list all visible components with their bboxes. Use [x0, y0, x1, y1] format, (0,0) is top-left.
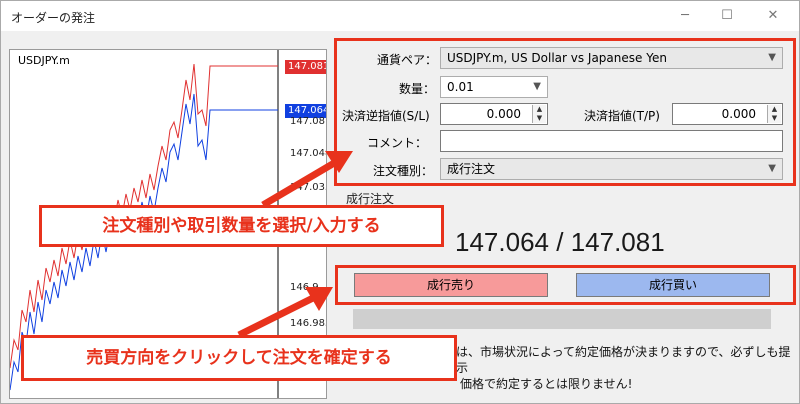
callout-confirm-order: 売買方向をクリックして注文を確定する	[21, 335, 457, 381]
order-window: オーダーの発注 ─ ☐ ✕ USDJPY.m 147.081 147.064 1…	[0, 0, 800, 404]
callout-select-input: 注文種別や取引数量を選択/入力する	[39, 205, 444, 247]
